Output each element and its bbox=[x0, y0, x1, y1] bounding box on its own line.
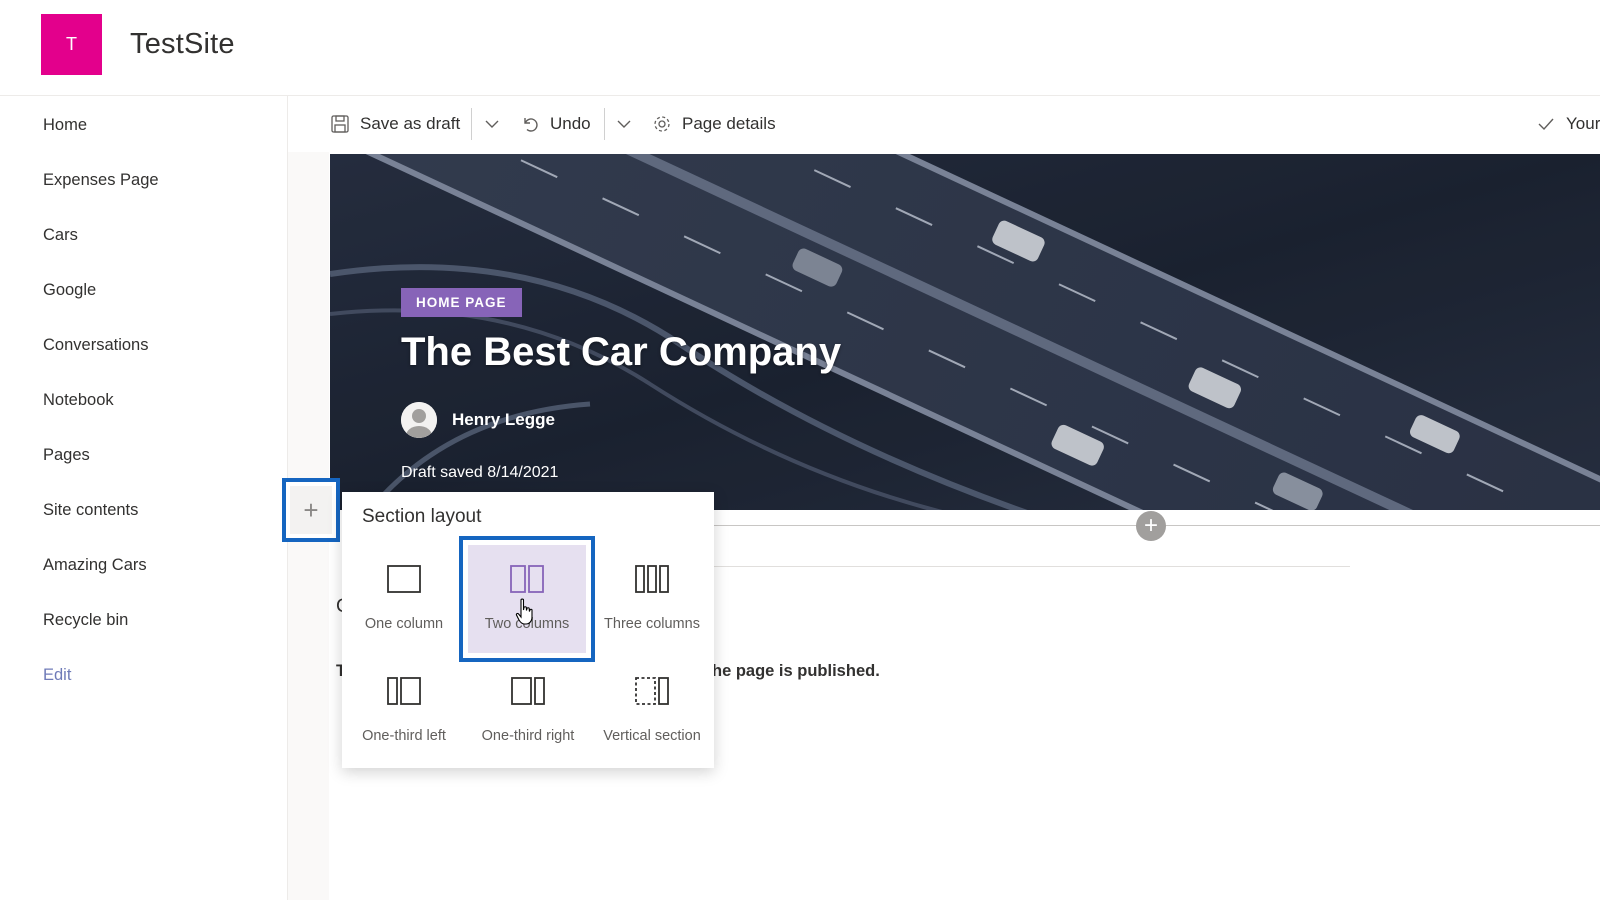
undo-options-dropdown[interactable] bbox=[614, 96, 634, 152]
section-layout-title: Section layout bbox=[362, 506, 482, 527]
nav-item-site-contents[interactable]: Site contents bbox=[43, 501, 138, 520]
add-web-part-button[interactable]: + bbox=[1136, 511, 1166, 541]
nav-item-recycle-bin[interactable]: Recycle bin bbox=[43, 611, 128, 630]
publish-status-label: Your bbox=[1566, 114, 1600, 133]
gear-icon bbox=[654, 116, 670, 132]
page-tag-badge: HOME PAGE bbox=[401, 288, 522, 317]
command-bar: Save as draft Undo Page details Your bbox=[288, 96, 1600, 152]
publish-status[interactable]: Your bbox=[1536, 96, 1600, 152]
one-column-icon bbox=[387, 565, 421, 593]
page-title[interactable]: The Best Car Company bbox=[401, 330, 841, 375]
publish-message: he page is published. bbox=[712, 662, 880, 680]
layout-option-vertical-section[interactable]: Vertical section bbox=[590, 652, 714, 762]
hand-cursor-icon bbox=[515, 598, 533, 625]
layout-option-one-column[interactable]: One column bbox=[342, 540, 466, 650]
page-details-button[interactable]: Page details bbox=[652, 96, 776, 152]
author-name[interactable]: Henry Legge bbox=[452, 410, 555, 430]
checkmark-icon bbox=[1538, 118, 1554, 131]
add-section-button[interactable]: + bbox=[282, 478, 340, 542]
page-details-label: Page details bbox=[682, 114, 776, 133]
nav-item-conversations[interactable]: Conversations bbox=[43, 336, 148, 355]
layout-option-three-columns[interactable]: Three columns bbox=[590, 540, 714, 650]
left-navigation: Home Expenses Page Cars Google Conversat… bbox=[0, 96, 288, 900]
one-third-left-icon bbox=[387, 677, 421, 705]
one-third-right-icon bbox=[511, 677, 545, 705]
chevron-down-icon bbox=[617, 120, 631, 128]
plus-icon: + bbox=[290, 486, 332, 534]
toolbar-divider bbox=[604, 108, 605, 140]
site-logo[interactable]: T bbox=[41, 14, 102, 75]
title-area-divider bbox=[710, 566, 1350, 567]
save-icon bbox=[331, 115, 349, 133]
nav-item-google[interactable]: Google bbox=[43, 281, 96, 300]
nav-item-notebook[interactable]: Notebook bbox=[43, 391, 114, 410]
layout-option-label: One column bbox=[364, 616, 444, 632]
layout-option-one-third-right[interactable]: One-third right bbox=[466, 652, 590, 762]
layout-option-label: One-third right bbox=[481, 728, 575, 744]
site-title[interactable]: TestSite bbox=[130, 28, 235, 61]
save-as-draft-button[interactable]: Save as draft bbox=[330, 96, 460, 152]
person-icon bbox=[401, 402, 437, 438]
nav-item-pages[interactable]: Pages bbox=[43, 446, 90, 465]
nav-item-expenses-page[interactable]: Expenses Page bbox=[43, 171, 159, 190]
save-options-dropdown[interactable] bbox=[482, 96, 502, 152]
save-as-draft-label: Save as draft bbox=[360, 114, 461, 133]
layout-option-two-columns[interactable]: Two columns bbox=[465, 540, 589, 650]
site-header: T TestSite bbox=[0, 0, 1600, 96]
toolbar-divider bbox=[471, 108, 472, 140]
undo-button[interactable]: Undo bbox=[520, 96, 591, 152]
nav-item-home[interactable]: Home bbox=[43, 116, 87, 135]
layout-option-label: Vertical section bbox=[603, 728, 701, 744]
nav-item-amazing-cars[interactable]: Amazing Cars bbox=[43, 556, 147, 575]
draft-status: Draft saved 8/14/2021 bbox=[401, 464, 559, 481]
nav-edit-link[interactable]: Edit bbox=[43, 666, 71, 685]
section-layout-menu: Section layout One column Two columns Th… bbox=[342, 492, 714, 768]
layout-option-one-third-left[interactable]: One-third left bbox=[342, 652, 466, 762]
chevron-down-icon bbox=[485, 120, 499, 128]
two-columns-icon bbox=[510, 565, 544, 593]
three-columns-icon bbox=[635, 565, 669, 593]
hero-banner[interactable]: HOME PAGE The Best Car Company Henry Leg… bbox=[330, 154, 1600, 510]
undo-label: Undo bbox=[550, 114, 591, 133]
undo-icon bbox=[524, 118, 538, 132]
nav-item-cars[interactable]: Cars bbox=[43, 226, 78, 245]
vertical-section-icon bbox=[635, 677, 669, 705]
author-avatar[interactable] bbox=[401, 402, 437, 438]
layout-option-label: Three columns bbox=[604, 616, 700, 632]
layout-option-label: One-third left bbox=[362, 728, 446, 744]
